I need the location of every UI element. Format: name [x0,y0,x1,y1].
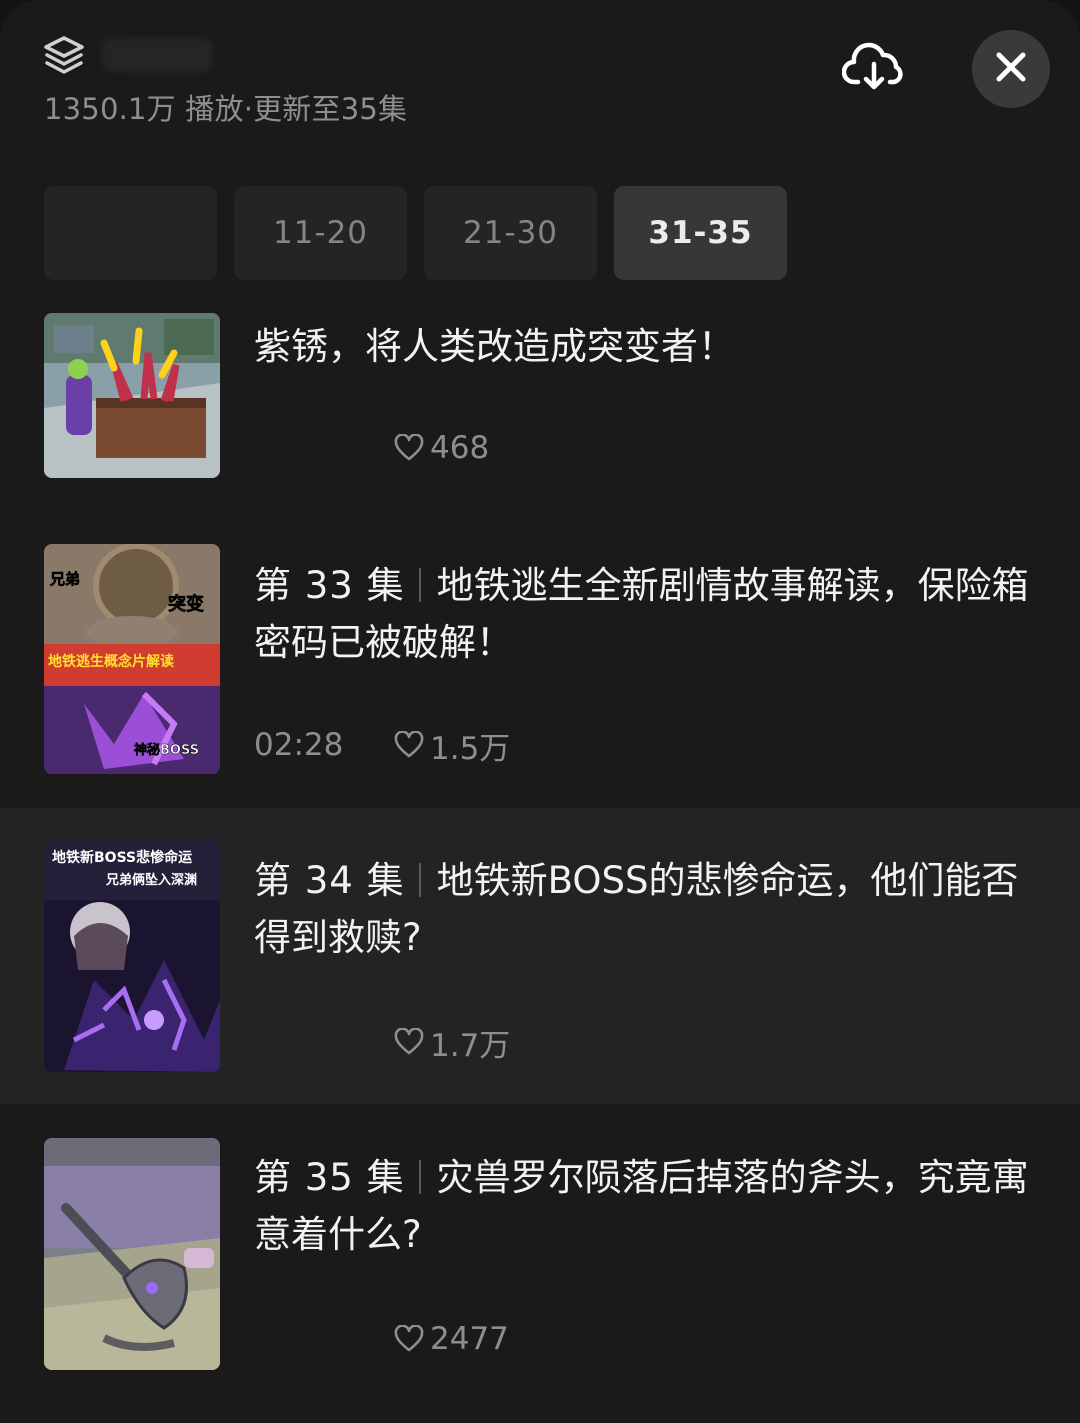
episode-likes[interactable]: 2477 [394,1319,509,1359]
tab-range-31-35[interactable]: 31-35 [614,186,787,280]
thumb-text-2: 突变 [168,593,204,615]
thumb-text-1: 兄弟 [49,570,80,588]
episode-thumbnail [44,1138,220,1370]
likes-count: 2477 [430,1321,509,1357]
episode-thumbnail: 兄弟 突变 地铁逃生概念片解读 神秘BOSS [44,544,220,774]
episode-item[interactable]: 兄弟 突变 地铁逃生概念片解读 神秘BOSS 第 33 集地铁逃生全新剧情故事解… [0,527,1080,807]
likes-count: 1.7万 [430,1027,511,1064]
episode-item-current[interactable]: 地铁新BOSS悲惨命运 兄弟俩坠入深渊 第 34 集地铁新BOSS的悲惨命运，他… [0,808,1080,1104]
episode-range-tabs: 11-20 21-30 31-35 [44,186,787,280]
heart-icon [394,434,424,462]
heart-icon [394,1325,424,1353]
episode-thumbnail [44,313,220,478]
episode-title-text: 紫锈，将人类改造成突变者！ [254,325,735,368]
episode-number: 第 35 集 [254,1156,405,1199]
title-separator [418,568,421,602]
episode-title: 第 34 集地铁新BOSS的悲惨命运，他们能否得到救赎? [254,852,1034,966]
thumb-text-3: 地铁逃生概念片解读 [48,653,174,670]
episode-number: 第 34 集 [254,859,405,902]
cloud-download-icon [841,40,906,96]
episode-meta: 02:28 [254,725,394,765]
heart-icon [394,731,424,759]
title-separator [418,1160,421,1194]
episode-likes[interactable]: 1.5万 [394,725,511,767]
thumb-text-2: 兄弟俩坠入深渊 [105,872,197,888]
collection-subtitle: 1350.1万 播放·更新至35集 [44,92,408,126]
episode-thumbnail: 地铁新BOSS悲惨命运 兄弟俩坠入深渊 [44,840,220,1072]
episode-duration: 02:28 [254,727,344,763]
close-button[interactable] [972,30,1050,108]
tab-range-21-30[interactable]: 21-30 [424,186,597,280]
title-separator [418,863,421,897]
episode-title: 紫锈，将人类改造成突变者！ [254,318,1034,375]
layers-icon [44,34,84,78]
episode-item[interactable]: 第 35 集灾兽罗尔陨落后掉落的斧头，究竟寓意着什么? 2477 [0,1105,1080,1395]
thumb-text-4: 神秘BOSS [134,742,199,758]
episode-number: 第 33 集 [254,564,405,607]
episode-list-panel: 1350.1万 播放·更新至35集 11-20 21-30 31-35 紫锈，将… [0,0,1080,1423]
thumb-text-1: 地铁新BOSS悲惨命运 [52,849,192,866]
episode-likes[interactable]: 468 [394,428,489,468]
episode-title: 第 33 集地铁逃生全新剧情故事解读，保险箱密码已被破解！ [254,557,1034,671]
likes-count: 468 [430,430,490,466]
tab-range-11-20[interactable]: 11-20 [234,186,407,280]
collection-header: 1350.1万 播放·更新至35集 [44,30,1050,140]
likes-count: 1.5万 [430,730,511,767]
episode-item[interactable]: 紫锈，将人类改造成突变者！ 468 [0,296,1080,496]
tab-range-1[interactable] [44,186,217,280]
download-button[interactable] [838,38,910,98]
episode-title: 第 35 集灾兽罗尔陨落后掉落的斧头，究竟寓意着什么? [254,1149,1034,1263]
close-icon [996,52,1026,86]
heart-icon [394,1028,424,1056]
episode-likes[interactable]: 1.7万 [394,1022,511,1064]
collection-title-redacted [102,38,212,72]
